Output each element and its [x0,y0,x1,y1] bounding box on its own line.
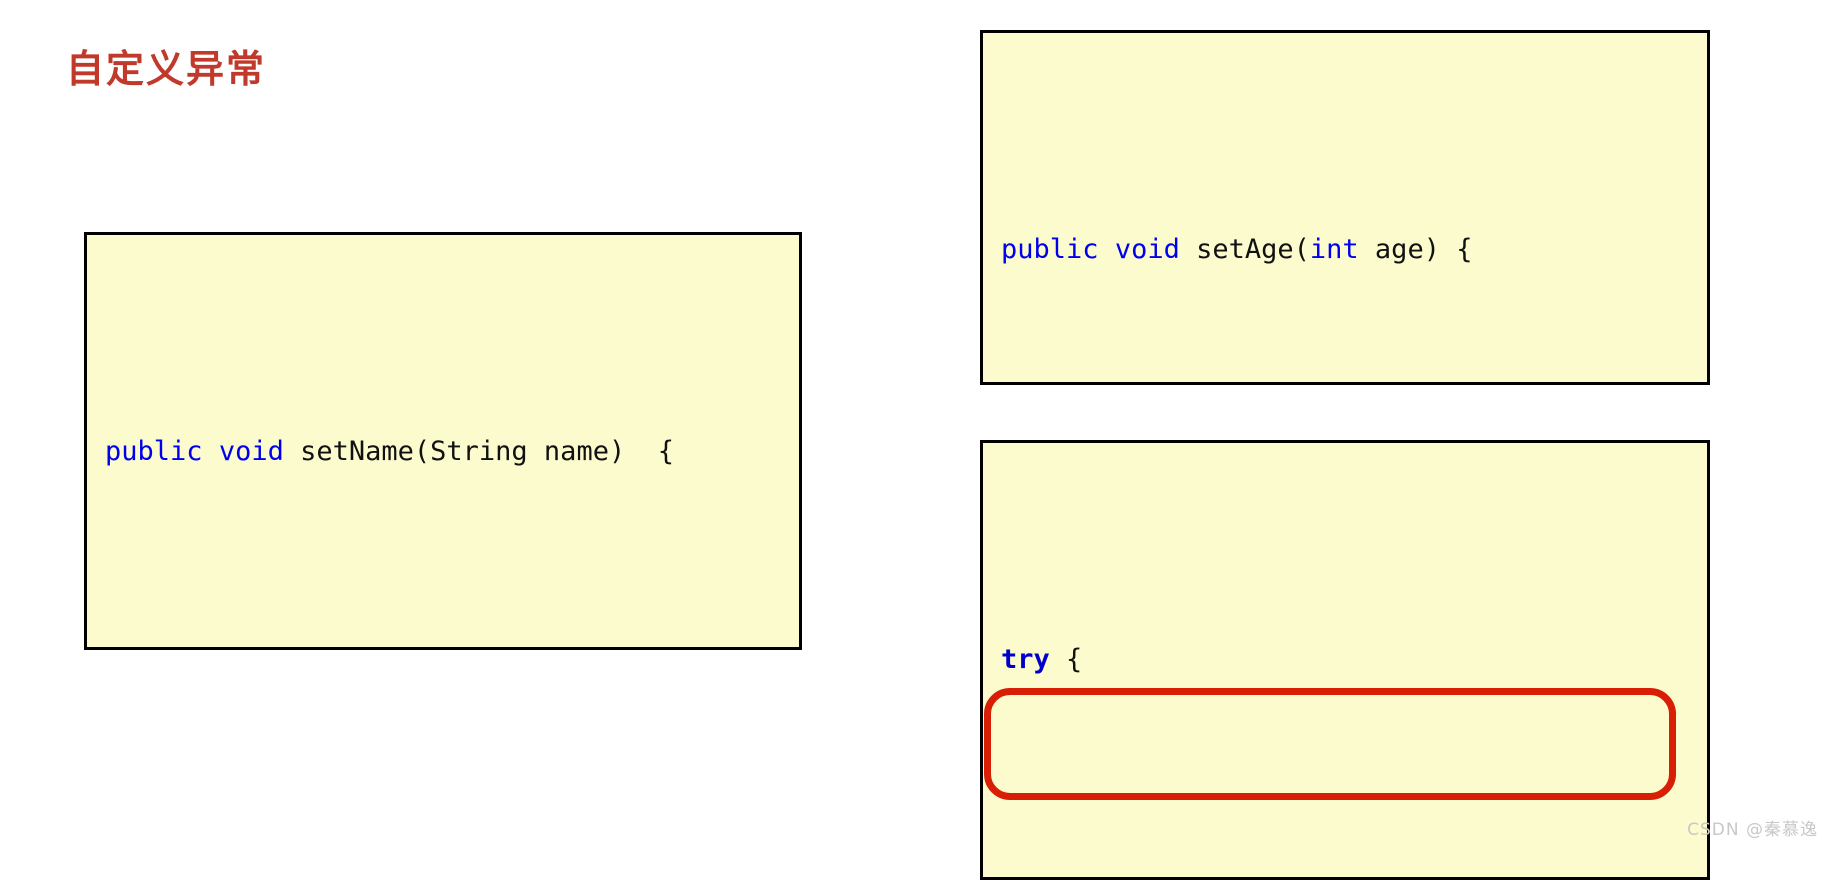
keyword-void: void [1114,234,1180,265]
code-block-try-catch: try { ... } catch (NumberFormatException… [980,440,1710,880]
csdn-watermark: CSDN @秦慕逸 [1687,820,1818,840]
code-block-set-name: public void setName(String name) { int l… [84,232,802,650]
page-title: 自定义异常 [66,47,267,91]
keyword-void: void [218,436,284,467]
code-ellipsis: ... [1001,876,1115,877]
code-text: setName(String name) { [283,436,674,467]
keyword-try: try [1001,644,1050,675]
code-text: setAge( [1179,234,1310,265]
code-text: age) { [1358,234,1473,265]
keyword-int: int [1309,234,1359,265]
code-line: public void setAge(int age) { [1001,221,1707,279]
code-block-set-age: public void setAge(int age) { if(age < 1… [980,30,1710,385]
code-line: try { [1001,631,1707,689]
code-line: public void setName(String name) { [105,423,799,481]
keyword-public: public [1001,234,1099,265]
code-line: ... [1001,863,1707,877]
code-text: { [1049,644,1083,675]
keyword-public: public [105,436,203,467]
